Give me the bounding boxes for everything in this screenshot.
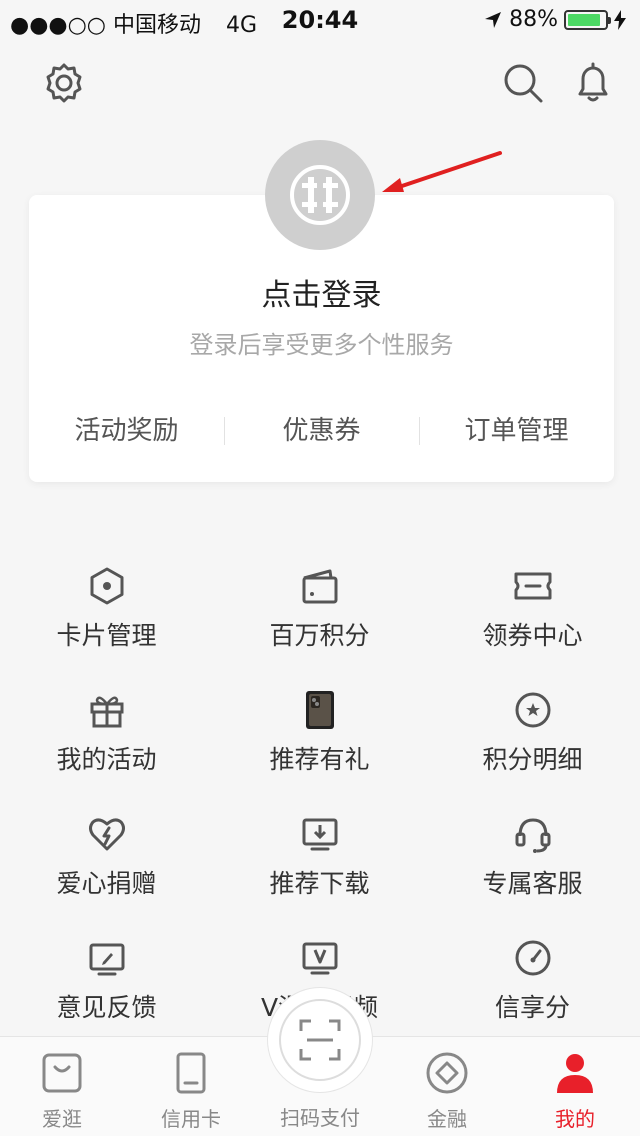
grid-label: 积分明细: [482, 745, 583, 774]
annotation-arrow-icon: [382, 151, 502, 192]
search-icon[interactable]: [502, 62, 544, 104]
tab-label: 爱逛: [42, 1107, 82, 1131]
grid-item-points-detail[interactable]: 积分明细: [426, 690, 639, 814]
grid-item-customer-service[interactable]: 专属客服: [426, 814, 639, 938]
gear-icon[interactable]: [43, 62, 85, 104]
bank-logo-icon: [290, 165, 350, 225]
location-arrow-icon: [485, 11, 502, 28]
hexagon-icon: [90, 567, 123, 605]
scan-pay-button[interactable]: [268, 988, 372, 1092]
star-circle-icon: [515, 692, 550, 728]
login-title[interactable]: 点击登录: [29, 270, 614, 314]
feedback-icon: [89, 943, 124, 976]
headset-icon: [515, 818, 550, 853]
battery-icon: [564, 9, 611, 30]
grid-item-million-points[interactable]: 百万积分: [213, 566, 426, 690]
grid-label: 领券中心: [482, 621, 583, 650]
grid-label: 专属客服: [482, 869, 583, 898]
user-icon: [557, 1054, 593, 1093]
grid-label: 推荐有礼: [269, 745, 370, 774]
grid-row: 卡片管理 百万积分 领券中心: [0, 566, 640, 690]
wallet-icon: [302, 569, 337, 604]
scan-icon: [299, 1019, 341, 1061]
tab-finance[interactable]: 金融: [397, 1051, 497, 1132]
avatar[interactable]: [265, 140, 375, 250]
tab-credit-card[interactable]: 信用卡: [141, 1051, 241, 1132]
scan-pay-label: 扫码支付: [280, 1106, 360, 1130]
status-right: 88%: [483, 7, 626, 32]
grid-item-recommend-download[interactable]: 推荐下载: [213, 814, 426, 938]
grid-label: 卡片管理: [56, 621, 157, 650]
bell-icon[interactable]: [572, 62, 614, 104]
video-icon: [302, 942, 337, 975]
grid-row: 我的活动 推荐有礼 积分明细: [0, 690, 640, 814]
grid-item-coupon-center[interactable]: 领券中心: [426, 566, 639, 690]
tab-label: 我的: [555, 1107, 595, 1131]
tab-label: 信用卡: [161, 1107, 221, 1131]
ticket-icon: [514, 572, 551, 600]
battery-percent: 88%: [509, 7, 558, 32]
grid-item-referral-gift[interactable]: 推荐有礼: [213, 690, 426, 814]
diamond-icon: [426, 1052, 468, 1094]
tab-label: 金融: [427, 1107, 467, 1131]
grid-label: 意见反馈: [56, 993, 157, 1022]
link-coupons[interactable]: 优惠券: [224, 411, 419, 451]
charging-icon: [614, 9, 626, 30]
quick-links: 活动奖励 优惠券 订单管理: [29, 411, 614, 451]
grid-label: 百万积分: [269, 621, 370, 650]
download-icon: [302, 818, 337, 851]
gauge-icon: [515, 940, 550, 976]
login-subtitle: 登录后享受更多个性服务: [189, 331, 454, 359]
battery-fill: [568, 13, 600, 26]
phone-image: [305, 691, 334, 729]
grid-item-charity-donation[interactable]: 爱心捐赠: [0, 814, 213, 938]
status-bar: ●●●○○ 中国移动 4G 20:44 88%: [0, 0, 640, 40]
gift-icon: [90, 696, 123, 728]
card-icon: [176, 1052, 206, 1094]
grid-label: 我的活动: [56, 745, 157, 774]
grid-row: 爱心捐赠 推荐下载 专属客服: [0, 814, 640, 938]
bag-icon: [42, 1053, 82, 1093]
link-activity-rewards[interactable]: 活动奖励: [29, 411, 224, 451]
tab-browse[interactable]: 爱逛: [12, 1051, 112, 1132]
link-order-management[interactable]: 订单管理: [419, 411, 614, 451]
grid-item-card-management[interactable]: 卡片管理: [0, 566, 213, 690]
grid-label: 推荐下载: [269, 869, 370, 898]
grid-label: 爱心捐赠: [56, 869, 157, 898]
grid-label: 信享分: [494, 993, 570, 1022]
grid-item-my-activities[interactable]: 我的活动: [0, 690, 213, 814]
scan-inner: [279, 999, 361, 1081]
tab-mine[interactable]: 我的: [525, 1051, 625, 1132]
heart-icon: [88, 818, 125, 851]
